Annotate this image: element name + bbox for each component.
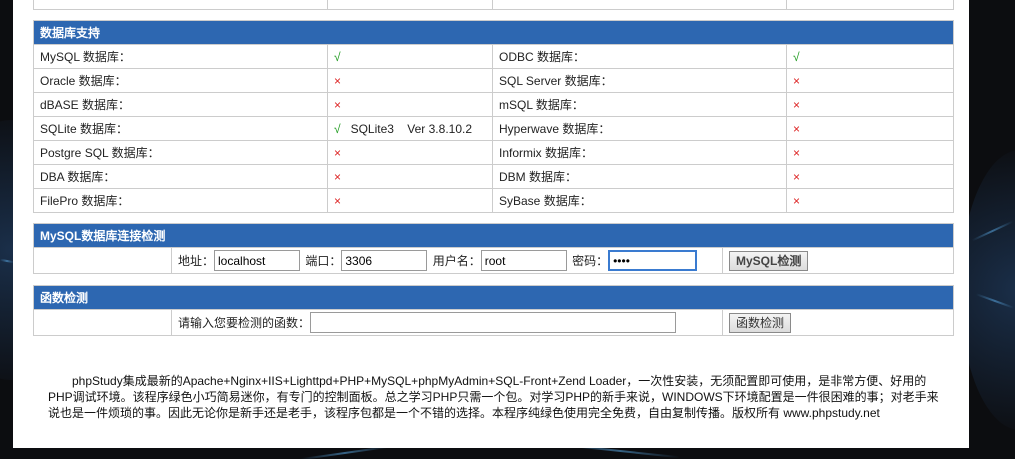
host-label: 地址： xyxy=(178,254,215,268)
function-check-button[interactable]: 函数检测 xyxy=(729,312,792,333)
cross-mark-icon: × xyxy=(793,145,801,160)
db-name-label: Postgre SQL 数据库： xyxy=(33,140,328,165)
db-name-label: MySQL 数据库： xyxy=(33,44,328,69)
section-title: MySQL数据库连接检测 xyxy=(32,223,955,248)
section-title: 函数检测 xyxy=(32,285,955,310)
table-row: DBA 数据库： × DBM 数据库： × xyxy=(33,164,955,189)
cross-mark-icon: × xyxy=(793,169,801,184)
mysql-check-table: MySQL数据库连接检测 地址： 端口： 用户名： 密码： MySQL检测 xyxy=(32,223,955,274)
db-name-label: FilePro 数据库： xyxy=(33,188,328,213)
apc-label: APC xyxy=(492,0,787,10)
cross-mark-icon: × xyxy=(334,97,342,112)
table-row: SQLite 数据库： √ SQLite3 Ver 3.8.10.2 Hyperwav… xyxy=(33,116,955,141)
table-row: Postgre SQL 数据库： × Informix 数据库： × xyxy=(33,140,955,165)
xcache-label: XCache xyxy=(33,0,328,10)
sqlite-version-text: SQLite3 Ver 3.8.10.2 xyxy=(350,121,473,136)
db-name-label: SQL Server 数据库： xyxy=(492,68,787,93)
password-label: 密码： xyxy=(572,254,609,268)
support-cell: × xyxy=(327,92,493,117)
mysql-check-button[interactable]: MySQL检测 xyxy=(729,250,809,271)
user-input[interactable] xyxy=(480,250,567,271)
check-mark-icon: √ xyxy=(334,121,341,136)
table-row: FilePro 数据库： × SyBase 数据库： × xyxy=(33,188,955,213)
cross-mark-icon: × xyxy=(334,145,342,160)
db-name-label: Oracle 数据库： xyxy=(33,68,328,93)
function-prompt-label: 请输入您要检测的函数： xyxy=(178,316,311,330)
table-row: Oracle 数据库： × SQL Server 数据库： × xyxy=(33,68,955,93)
user-label: 用户名： xyxy=(432,254,481,268)
host-input[interactable] xyxy=(214,250,301,271)
table-row: dBASE 数据库： × mSQL 数据库： × xyxy=(33,92,955,117)
database-support-table: 数据库支持 MySQL 数据库： √ ODBC 数据库： √ Oracle 数据库： × S… xyxy=(32,20,955,213)
cross-mark-icon: × xyxy=(793,97,801,112)
db-name-label: dBASE 数据库： xyxy=(33,92,328,117)
table-row: MySQL 数据库： √ ODBC 数据库： √ xyxy=(33,44,955,69)
support-cell: × xyxy=(327,164,493,189)
cross-mark-icon: × xyxy=(334,73,342,88)
db-name-label: Hyperwave 数据库： xyxy=(492,116,787,141)
support-cell: × xyxy=(327,68,493,93)
db-name-label: DBA 数据库： xyxy=(33,164,328,189)
section-title: 数据库支持 xyxy=(32,20,955,45)
support-cell: × xyxy=(785,140,955,165)
password-input[interactable] xyxy=(608,250,698,271)
check-mark-icon: √ xyxy=(793,49,800,64)
support-cell: × xyxy=(785,92,955,117)
check-mark-icon: √ xyxy=(334,49,341,64)
support-cell: × xyxy=(785,164,955,189)
support-cell: × xyxy=(785,116,955,141)
footer-text: phpStudy集成最新的Apache+Nginx+IIS+Lighttpd+P… xyxy=(48,374,939,420)
cross-mark-icon: × xyxy=(334,169,342,184)
db-name-label: Informix 数据库： xyxy=(492,140,787,165)
previous-section-fragment: XCache APC xyxy=(33,0,954,10)
port-input[interactable] xyxy=(341,250,428,271)
cross-mark-icon: × xyxy=(793,193,801,208)
db-name-label: ODBC 数据库： xyxy=(492,44,787,69)
probe-panel: XCache APC 数据库支持 MySQL 数据库： √ ODBC 数据库： √ Or… xyxy=(13,0,969,448)
support-cell: √ xyxy=(785,44,955,69)
support-cell: × xyxy=(785,68,955,93)
db-name-label: SyBase 数据库： xyxy=(492,188,787,213)
db-name-label: mSQL 数据库： xyxy=(492,92,787,117)
support-cell: √ xyxy=(327,44,493,69)
function-check-table: 函数检测 请输入您要检测的函数： 函数检测 xyxy=(32,285,955,336)
support-cell: × xyxy=(327,188,493,213)
support-cell: × xyxy=(327,140,493,165)
cross-mark-icon: × xyxy=(793,73,801,88)
support-cell: × xyxy=(785,188,955,213)
db-name-label: SQLite 数据库： xyxy=(33,116,328,141)
cross-mark-icon: × xyxy=(334,193,342,208)
port-label: 端口： xyxy=(305,254,342,268)
support-cell: √ SQLite3 Ver 3.8.10.2 xyxy=(327,116,493,141)
function-input[interactable] xyxy=(310,312,677,333)
cross-mark-icon: × xyxy=(793,121,801,136)
db-name-label: DBM 数据库： xyxy=(492,164,787,189)
footer-description: phpStudy集成最新的Apache+Nginx+IIS+Lighttpd+P… xyxy=(48,373,948,421)
